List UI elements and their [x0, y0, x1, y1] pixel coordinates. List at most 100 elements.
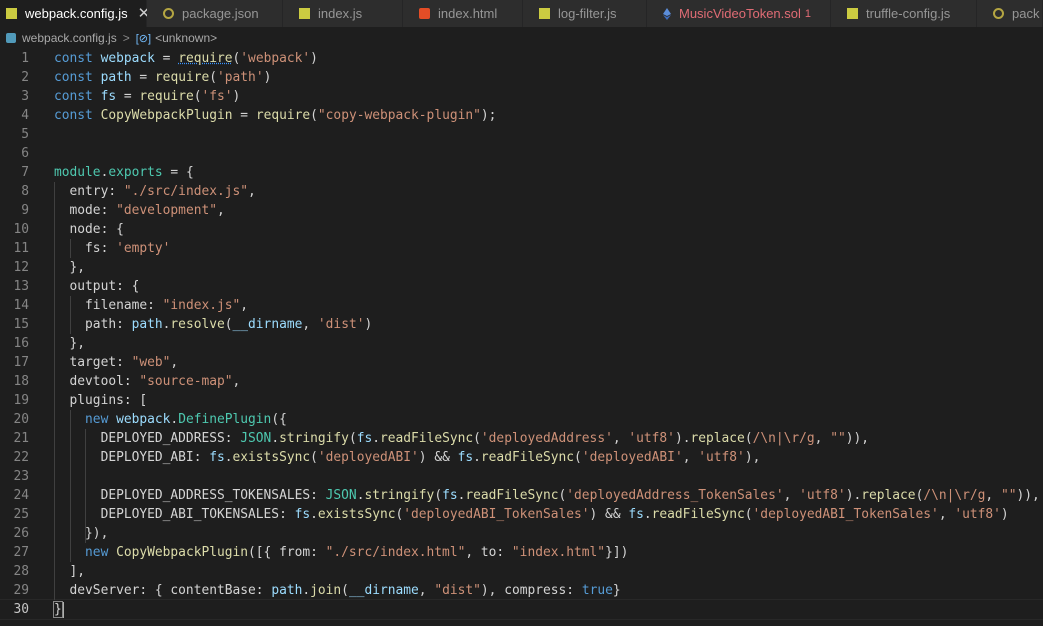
- code-text: const webpack = require('webpack'): [54, 51, 318, 66]
- code-text: }: [53, 601, 64, 618]
- code-line[interactable]: 10 node: {: [0, 220, 1043, 239]
- code-line[interactable]: 24 DEPLOYED_ADDRESS_TOKENSALES: JSON.str…: [0, 486, 1043, 505]
- code-line[interactable]: 28 ],: [0, 562, 1043, 581]
- code-line[interactable]: 15 path: path.resolve(__dirname, 'dist'): [0, 315, 1043, 334]
- line-number: 10: [13, 222, 29, 237]
- code-line[interactable]: 20 new webpack.DefinePlugin({: [0, 410, 1043, 429]
- breadcrumb-file[interactable]: webpack.config.js: [22, 31, 117, 45]
- line-number: 26: [13, 526, 29, 541]
- tab-package-json[interactable]: package.json: [147, 0, 283, 27]
- code-text: target: "web",: [54, 355, 179, 370]
- code-line[interactable]: 12 },: [0, 258, 1043, 277]
- js-module-icon: [6, 33, 16, 43]
- line-number: 29: [13, 583, 29, 598]
- tab-label: package.json: [182, 6, 259, 21]
- code-line[interactable]: 13 output: {: [0, 277, 1043, 296]
- code-text: new webpack.DefinePlugin({: [85, 412, 287, 427]
- code-line[interactable]: 11 fs: 'empty': [0, 239, 1043, 258]
- code-text: plugins: [: [54, 393, 148, 408]
- line-number: 9: [21, 203, 29, 218]
- tab-index-html[interactable]: index.html: [403, 0, 523, 27]
- line-number: 22: [13, 450, 29, 465]
- js-file-icon: [6, 8, 17, 19]
- code-line[interactable]: 21 DEPLOYED_ADDRESS: JSON.stringify(fs.r…: [0, 429, 1043, 448]
- symbol-variable-icon: [⊘]: [135, 32, 152, 45]
- code-line[interactable]: 4 const CopyWebpackPlugin = require("copy…: [0, 106, 1043, 125]
- line-number: 14: [13, 298, 29, 313]
- code-text: path: path.resolve(__dirname, 'dist'): [54, 317, 373, 332]
- line-number: 19: [13, 393, 29, 408]
- line-number: 25: [13, 507, 29, 522]
- code-line[interactable]: 1 const webpack = require('webpack'): [0, 49, 1043, 68]
- code-line[interactable]: 8 entry: "./src/index.js",: [0, 182, 1043, 201]
- breadcrumb-symbol[interactable]: <unknown>: [155, 31, 217, 45]
- line-number: 5: [21, 127, 29, 142]
- code-text: DEPLOYED_ADDRESS_TOKENSALES: JSON.string…: [54, 488, 1040, 503]
- code-line[interactable]: 22 DEPLOYED_ABI: fs.existsSync('deployed…: [0, 448, 1043, 467]
- tab-label: index.js: [318, 6, 363, 21]
- line-number: 2: [21, 70, 29, 85]
- code-text: devtool: "source-map",: [54, 374, 241, 389]
- line-number: 16: [13, 336, 29, 351]
- js-file-icon: [847, 8, 858, 19]
- code-line[interactable]: 16 },: [0, 334, 1043, 353]
- code-line[interactable]: 18 devtool: "source-map",: [0, 372, 1043, 391]
- tab-musicvideotoken-sol[interactable]: MusicVideoToken.sol 1: [647, 0, 831, 27]
- line-number: 18: [13, 374, 29, 389]
- line-number: 20: [13, 412, 29, 427]
- code-line[interactable]: 17 target: "web",: [0, 353, 1043, 372]
- line-number: 23: [13, 469, 29, 484]
- code-text: DEPLOYED_ADDRESS: JSON.stringify(fs.read…: [54, 431, 870, 446]
- breadcrumb-separator: >: [122, 31, 130, 45]
- tab-pack[interactable]: pack: [977, 0, 1043, 27]
- line-number: 12: [13, 260, 29, 275]
- code-line[interactable]: 30}: [0, 599, 1043, 620]
- tab-index-js[interactable]: index.js: [283, 0, 403, 27]
- code-line[interactable]: 26 }),: [0, 524, 1043, 543]
- js-file-icon: [299, 8, 310, 19]
- tab-log-filter-js[interactable]: log-filter.js: [523, 0, 647, 27]
- indent-guide: [69, 239, 71, 258]
- code-text: }),: [54, 526, 109, 541]
- code-line[interactable]: 3 const fs = require('fs'): [0, 87, 1043, 106]
- code-line[interactable]: 25 DEPLOYED_ABI_TOKENSALES: fs.existsSyn…: [0, 505, 1043, 524]
- code-line[interactable]: 29 devServer: { contentBase: path.join(_…: [0, 581, 1043, 600]
- tab-truffle-config-js[interactable]: truffle-config.js: [831, 0, 977, 27]
- code-line[interactable]: 27 new CopyWebpackPlugin([{ from: "./src…: [0, 543, 1043, 562]
- code-text: const path = require('path'): [54, 70, 272, 85]
- code-line[interactable]: 7 module.exports = {: [0, 163, 1043, 182]
- code-line[interactable]: 9 mode: "development",: [0, 201, 1043, 220]
- code-line[interactable]: 6: [0, 144, 1043, 163]
- code-text: const CopyWebpackPlugin = require("copy-…: [54, 108, 497, 123]
- code-text: ],: [54, 564, 86, 579]
- code-text: entry: "./src/index.js",: [54, 184, 256, 199]
- code-text: const fs = require('fs'): [54, 89, 241, 104]
- line-number: 27: [13, 545, 29, 560]
- code-line[interactable]: 14 filename: "index.js",: [0, 296, 1043, 315]
- line-number: 24: [13, 488, 29, 503]
- editor-tab-bar: webpack.config.js ✕ package.json index.js in…: [0, 0, 1043, 27]
- line-number: 6: [21, 146, 29, 161]
- code-text: new CopyWebpackPlugin([{ from: "./src/in…: [85, 545, 629, 560]
- ethereum-diamond-icon: [663, 7, 671, 20]
- indent-guide: [85, 429, 87, 543]
- line-number: 4: [21, 108, 29, 123]
- line-number: 3: [21, 89, 29, 104]
- code-line[interactable]: 2 const path = require('path'): [0, 68, 1043, 87]
- code-text: mode: "development",: [54, 203, 225, 218]
- code-text: module.exports = {: [54, 165, 194, 180]
- line-number: 15: [13, 317, 29, 332]
- npm-gear-icon: [993, 8, 1004, 19]
- code-line[interactable]: 19 plugins: [: [0, 391, 1043, 410]
- tab-label: webpack.config.js: [25, 6, 128, 21]
- indent-guide: [69, 410, 71, 562]
- text-cursor: [61, 601, 64, 618]
- line-number: 30: [13, 602, 29, 617]
- code-text: fs: 'empty': [54, 241, 171, 256]
- code-line[interactable]: 23: [0, 467, 1043, 486]
- code-line[interactable]: 5: [0, 125, 1043, 144]
- code-editor[interactable]: 1 const webpack = require('webpack') 2 cons…: [0, 49, 1043, 626]
- tab-label: pack: [1012, 6, 1040, 21]
- tab-webpack-config-js[interactable]: webpack.config.js ✕: [0, 0, 150, 27]
- code-text: },: [54, 336, 86, 351]
